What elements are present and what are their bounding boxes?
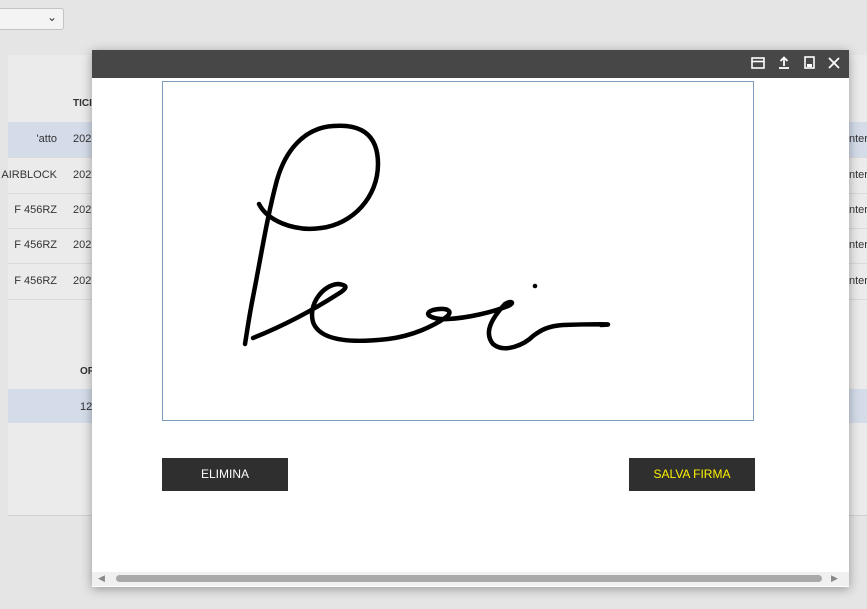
table-cell: 202 <box>73 239 92 251</box>
background-select[interactable]: ⌄ <box>0 8 64 30</box>
scroll-right-arrow-icon[interactable]: ▶ <box>831 573 838 584</box>
save-icon[interactable] <box>800 55 818 73</box>
table-cell: 'atto <box>36 133 57 145</box>
table-header: TICI <box>73 98 92 109</box>
horizontal-scrollbar[interactable]: ◀ ▶ <box>92 572 849 586</box>
table-cell: 202 <box>73 204 92 216</box>
table-cell: 202 <box>73 275 92 287</box>
table-cell: F 456RZ <box>14 275 57 287</box>
chevron-down-icon: ⌄ <box>46 10 57 24</box>
table-cell: 202 <box>73 169 92 181</box>
table-cell: F 456RZ <box>14 204 57 216</box>
delete-signature-button[interactable]: ELIMINA <box>162 458 288 491</box>
table-cell: nter <box>849 204 867 216</box>
table-cell: 12 <box>80 401 93 413</box>
table-cell: AIRBLOCK <box>1 169 57 181</box>
signature-canvas[interactable] <box>162 81 754 421</box>
scrollbar-thumb[interactable] <box>116 575 822 582</box>
table-cell: nter <box>849 239 867 251</box>
dialog-titlebar <box>92 50 849 78</box>
scroll-left-arrow-icon[interactable]: ◀ <box>98 573 105 584</box>
signature-drawing <box>242 123 611 351</box>
upload-icon[interactable] <box>775 55 793 73</box>
table-cell: nter <box>849 275 867 287</box>
table-cell: nter <box>849 169 867 181</box>
table-cell: nter <box>849 133 867 145</box>
close-icon[interactable] <box>825 55 843 73</box>
window-icon[interactable] <box>749 55 767 73</box>
save-signature-button[interactable]: SALVA FIRMA <box>629 458 755 491</box>
table-cell: F 456RZ <box>14 239 57 251</box>
table-cell: 202 <box>73 133 92 145</box>
signature-dialog: ELIMINA SALVA FIRMA ◀ ▶ <box>92 50 849 587</box>
